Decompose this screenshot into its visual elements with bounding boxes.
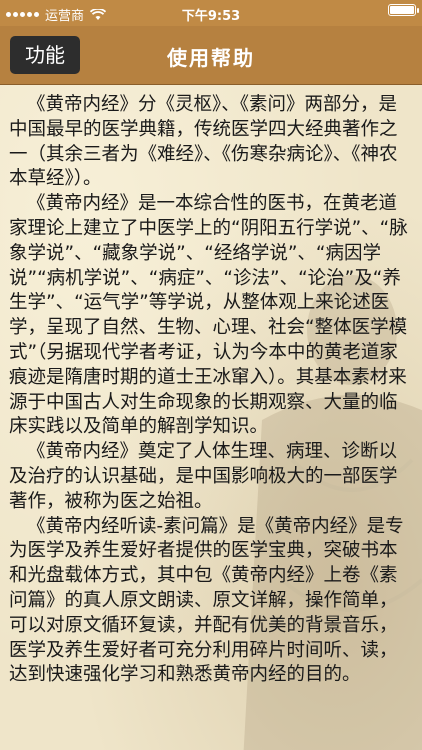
- help-paragraph-1: 《黄帝内经》分《灵枢》、《素问》两部分，是中国最早的医学典籍，传统医学四大经典著…: [9, 94, 398, 190]
- battery-icon: [388, 4, 419, 16]
- help-content[interactable]: 《黄帝内经》分《灵枢》、《素问》两部分，是中国最早的医学典籍，传统医学四大经典著…: [0, 85, 422, 750]
- status-time: 下午9:53: [181, 9, 241, 24]
- status-right: [388, 4, 419, 16]
- help-paragraph-3: 《黄帝内经》奠定了人体生理、病理、诊断以及治疗的认识基础，是中国影响极大的一部医…: [9, 441, 398, 512]
- page-title: 使用帮助: [167, 46, 255, 70]
- help-text: 《黄帝内经》分《灵枢》、《素问》两部分，是中国最早的医学典籍，传统医学四大经典著…: [9, 93, 413, 688]
- status-bar: 运营商 下午9:53: [0, 0, 422, 26]
- help-paragraph-4: 《黄帝内经听读-素问篇》是《黄帝内经》是专为医学及养生爱好者提供的医学宝典，突破…: [9, 515, 404, 686]
- help-paragraph-2: 《黄帝内经》是一本综合性的医书，在黄老道家理论上建立了中医学上的“阴阳五行学说”…: [9, 193, 408, 438]
- navigation-bar: 功能 使用帮助: [0, 26, 422, 85]
